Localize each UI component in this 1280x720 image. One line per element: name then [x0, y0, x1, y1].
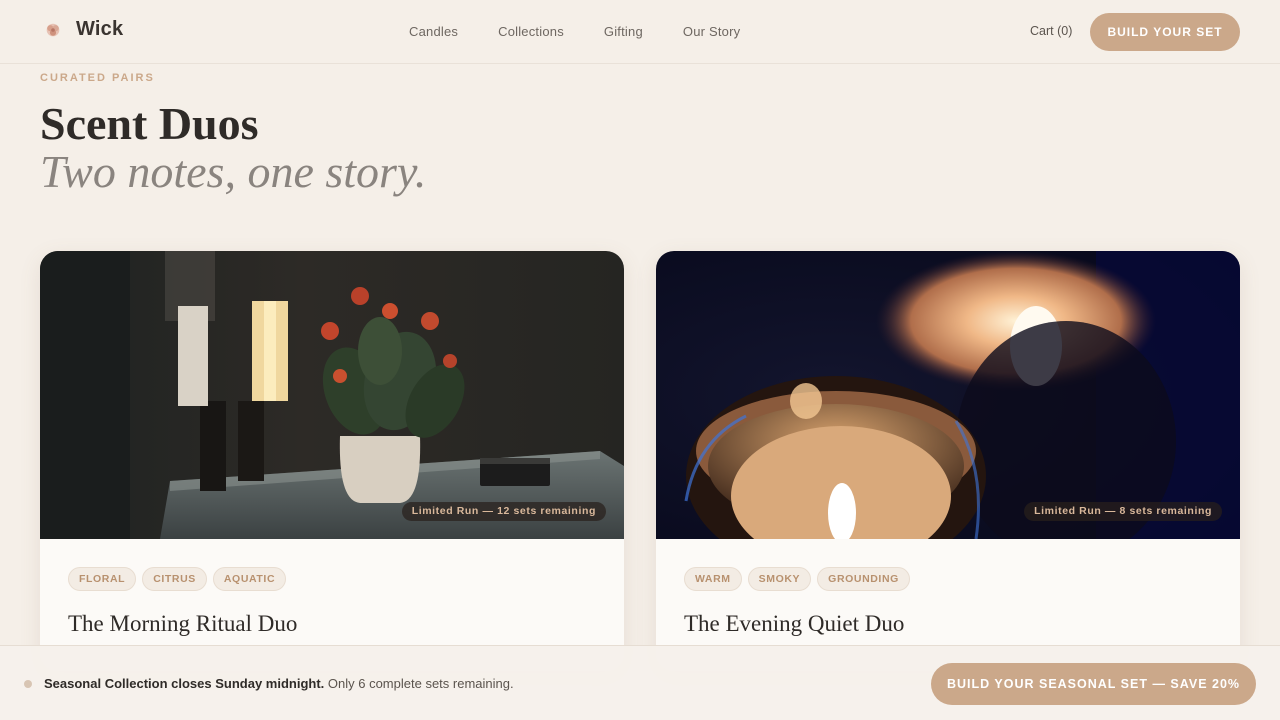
nav-item-collections[interactable]: Collections [498, 24, 564, 39]
section-eyebrow: CURATED PAIRS [40, 72, 155, 84]
scent-tag: GROUNDING [817, 567, 910, 591]
nav-item-candles[interactable]: Candles [409, 24, 458, 39]
scent-tag: WARM [684, 567, 742, 591]
limited-run-badge: Limited Run — 12 sets remaining [401, 502, 606, 521]
cart-link[interactable]: Cart (0) [1030, 24, 1072, 38]
scent-tags: FLORAL CITRUS AQUATIC [68, 567, 287, 591]
scent-tag: AQUATIC [212, 567, 287, 591]
site-header: Wick Candles Collections Gifting Our Sto… [0, 0, 1280, 64]
scent-tag: SMOKY [747, 567, 812, 591]
page-subtitle: Two notes, one story. [40, 146, 427, 197]
seasonal-notice: Seasonal Collection closes Sunday midnig… [44, 676, 514, 691]
evening-scene-image [656, 251, 1240, 539]
product-image-evening: Limited Run — 8 sets remaining [656, 251, 1240, 539]
seasonal-notice-bar: Seasonal Collection closes Sunday midnig… [0, 645, 1280, 720]
scent-tag: FLORAL [68, 567, 137, 591]
product-card-evening[interactable]: Limited Run — 8 sets remaining WARM SMOK… [656, 251, 1240, 671]
notice-bold: Seasonal Collection closes Sunday midnig… [44, 676, 325, 691]
build-your-set-button[interactable]: BUILD YOUR SET [1090, 13, 1240, 51]
product-title[interactable]: The Morning Ritual Duo [68, 611, 297, 637]
nav-item-our-story[interactable]: Our Story [683, 24, 740, 39]
notice-rest: Only 6 complete sets remaining. [324, 676, 514, 691]
status-dot-icon [24, 680, 32, 688]
build-seasonal-set-button[interactable]: BUILD YOUR SEASONAL SET — SAVE 20% [931, 663, 1256, 705]
scent-tags: WARM SMOKY GROUNDING [684, 567, 910, 591]
morning-scene-image [40, 251, 624, 539]
limited-run-badge: Limited Run — 8 sets remaining [1024, 502, 1222, 521]
product-image-morning: Limited Run — 12 sets remaining [40, 251, 624, 539]
product-title[interactable]: The Evening Quiet Duo [684, 611, 904, 637]
rose-icon [46, 23, 60, 36]
brand-name: Wick [76, 18, 124, 40]
page-title: Scent Duos [40, 98, 259, 149]
nav-item-gifting[interactable]: Gifting [604, 24, 643, 39]
product-card-morning[interactable]: Limited Run — 12 sets remaining FLORAL C… [40, 251, 624, 671]
main-nav: Candles Collections Gifting Our Story [409, 24, 740, 39]
scent-tag: CITRUS [142, 567, 207, 591]
brand-logo[interactable]: Wick [44, 18, 123, 41]
